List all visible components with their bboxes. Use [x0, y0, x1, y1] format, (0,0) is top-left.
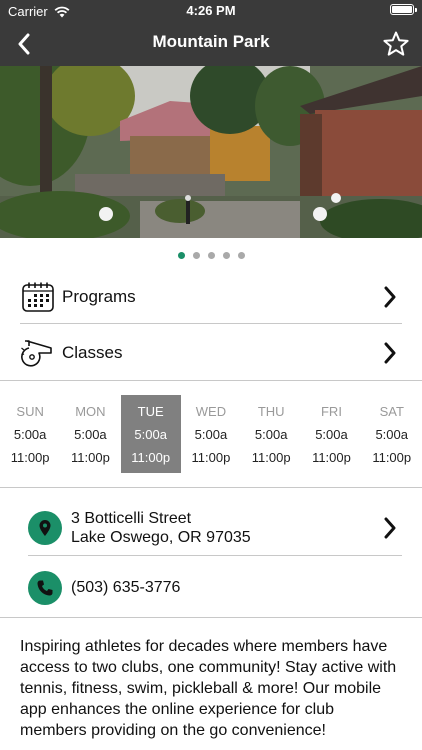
carousel-dot[interactable]: [237, 252, 245, 259]
open-time: 5:00a: [254, 427, 288, 442]
close-time: 11:00p: [251, 450, 291, 465]
whistle-icon: [20, 335, 56, 371]
divider: [28, 555, 402, 556]
day-sat: SAT 5:00a 11:00p: [362, 395, 422, 473]
day-fri: FRI 5:00a 11:00p: [301, 395, 361, 473]
chevron-left-icon: [18, 33, 30, 55]
open-time: 5:00a: [315, 427, 348, 442]
divider: [0, 617, 422, 618]
day-name: MON: [75, 404, 106, 419]
back-button[interactable]: [6, 26, 42, 62]
chevron-right-icon: [378, 516, 402, 540]
close-time: 11:00p: [191, 450, 231, 465]
address-line2: Lake Oswego, OR 97035: [71, 529, 251, 546]
facility-photo-image: [0, 66, 422, 238]
close-time: 11:00p: [71, 450, 110, 465]
open-time: 5:00a: [134, 427, 167, 442]
address-text: 3 Botticelli Street Lake Oswego, OR 9703…: [71, 509, 378, 547]
open-time: 5:00a: [13, 427, 47, 442]
divider: [0, 380, 422, 381]
status-time: 4:26 PM: [186, 3, 236, 18]
carousel-dot[interactable]: [192, 252, 200, 259]
address-line1: 3 Botticelli Street: [71, 510, 192, 527]
carousel-dot[interactable]: [222, 252, 230, 259]
day-mon: MON 5:00a 11:00p: [60, 395, 120, 473]
location-pin-icon: [28, 511, 62, 545]
phone-row[interactable]: (503) 635-3776: [28, 570, 402, 606]
day-name: SAT: [379, 404, 404, 419]
day-wed: WED 5:00a 11:00p: [181, 395, 241, 473]
facility-photo[interactable]: [0, 66, 422, 238]
programs-row[interactable]: Programs: [20, 271, 402, 323]
star-outline-icon: [383, 31, 409, 56]
day-name: SUN: [16, 404, 44, 419]
battery-icon: [390, 4, 417, 15]
navigation-bar: Carrier 4:26 PM Mountain Park: [0, 0, 422, 66]
day-sun: SUN 5:00a 11:00p: [0, 395, 60, 473]
day-name: TUE: [137, 404, 164, 419]
carousel-dot[interactable]: [177, 252, 185, 259]
chevron-right-icon: [378, 341, 402, 365]
close-time: 11:00p: [372, 450, 412, 465]
favorite-button[interactable]: [378, 26, 414, 62]
close-time: 11:00p: [312, 450, 351, 465]
club-description: Inspiring athletes for decades where mem…: [20, 638, 397, 739]
divider: [20, 323, 402, 324]
divider: [0, 487, 422, 488]
chevron-right-icon: [378, 285, 402, 309]
hours-schedule: SUN 5:00a 11:00p MON 5:00a 11:00p TUE 5:…: [0, 395, 422, 473]
day-name: FRI: [320, 404, 342, 419]
status-bar: Carrier 4:26 PM: [0, 0, 422, 22]
carousel-page-indicator: [0, 252, 422, 262]
day-thu: THU 5:00a 11:00p: [241, 395, 301, 473]
day-name: THU: [257, 404, 285, 419]
open-time: 5:00a: [375, 427, 408, 442]
close-time: 11:00p: [131, 450, 171, 465]
nav-header: Mountain Park: [0, 22, 422, 66]
address-row[interactable]: 3 Botticelli Street Lake Oswego, OR 9703…: [28, 508, 402, 548]
classes-label: Classes: [62, 343, 123, 362]
close-time: 11:00p: [10, 450, 50, 465]
classes-row[interactable]: Classes: [20, 327, 402, 379]
open-time: 5:00a: [74, 427, 107, 442]
day-name: WED: [195, 404, 227, 419]
day-tue-current: TUE 5:00a 11:00p: [120, 395, 181, 473]
page-title: Mountain Park: [152, 32, 270, 51]
phone-number: (503) 635-3776: [71, 579, 181, 596]
carousel-dot[interactable]: [207, 252, 215, 259]
open-time: 5:00a: [194, 427, 228, 442]
phone-icon: [28, 571, 62, 605]
programs-label: Programs: [62, 287, 136, 306]
calendar-icon: [20, 279, 56, 315]
